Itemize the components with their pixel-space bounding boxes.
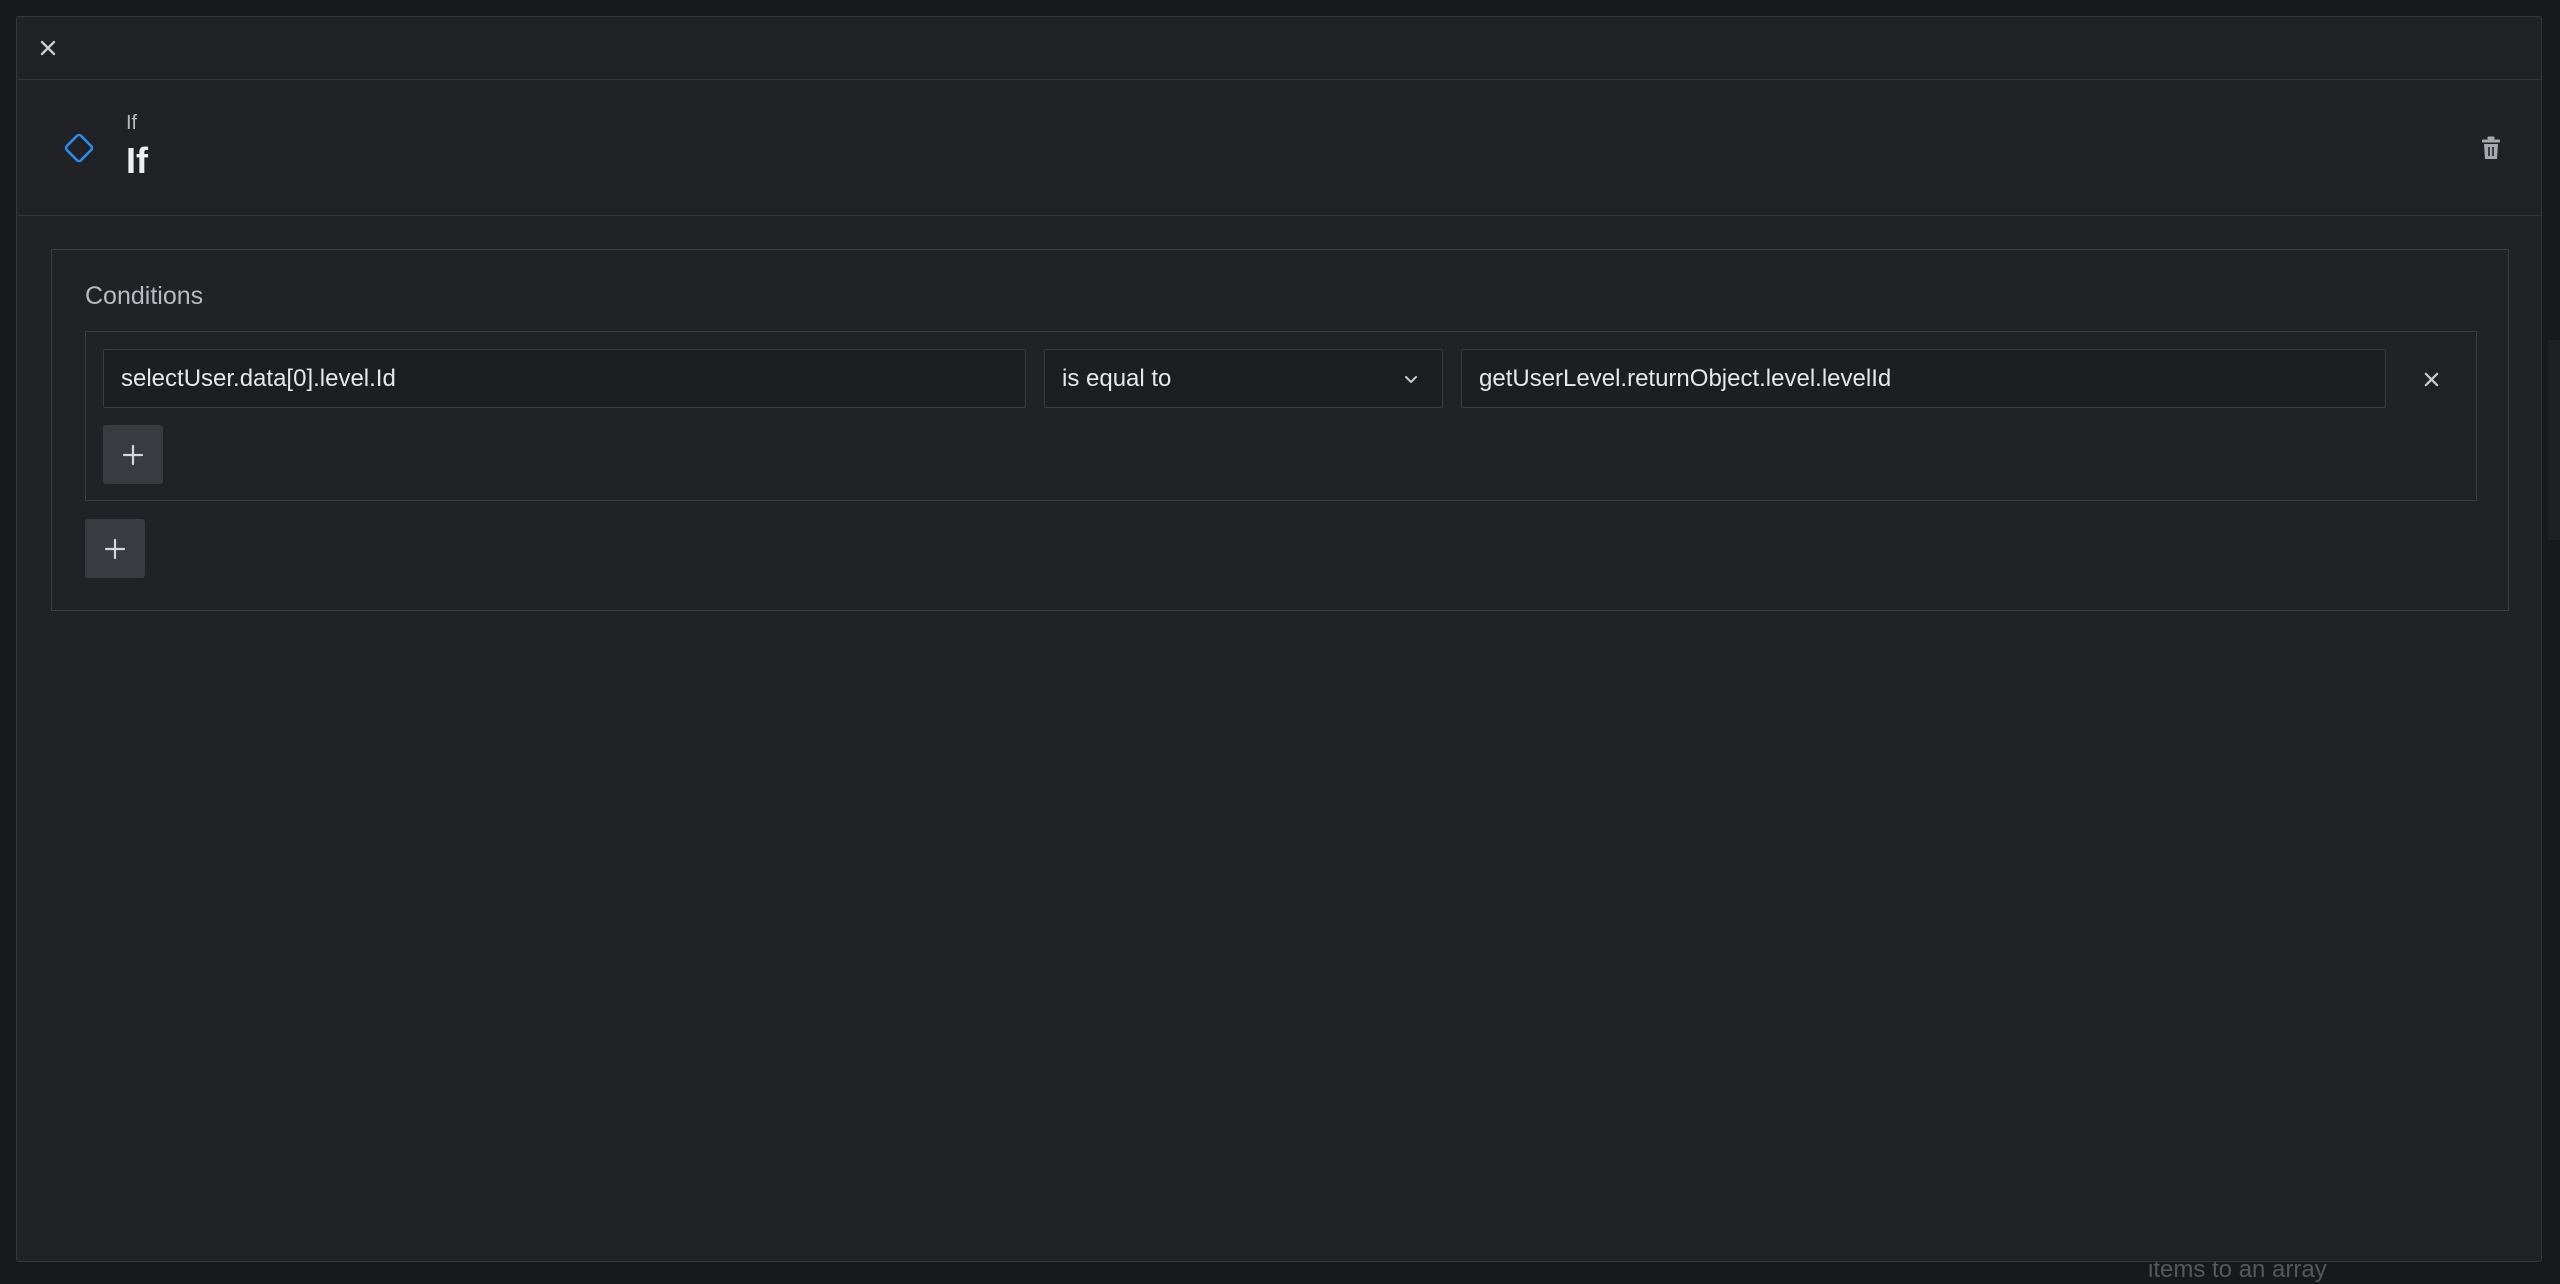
conditions-panel: Conditions selectUser.data[0].level.Id i…: [51, 249, 2509, 611]
close-icon: [2424, 372, 2438, 386]
close-button[interactable]: [35, 35, 61, 61]
chevron-down-icon: [1405, 376, 1417, 383]
plus-icon: [104, 538, 126, 559]
trash-icon: [2482, 136, 2500, 159]
condition-left-input[interactable]: selectUser.data[0].level.Id: [103, 349, 1026, 408]
close-icon: [40, 40, 56, 56]
operator-select[interactable]: is equal to: [1044, 349, 1443, 408]
operator-select-value: is equal to: [1062, 364, 1172, 392]
node-title: If: [126, 140, 148, 181]
modal-topbar: [17, 17, 2541, 80]
diamond-icon: [64, 133, 94, 163]
background-panel-edge: [2548, 340, 2560, 540]
node-settings-modal: If If Conditions selectUser.data[0].leve…: [16, 16, 2542, 1262]
plus-icon: [122, 444, 144, 465]
node-header: If If: [17, 80, 2541, 216]
condition-group: selectUser.data[0].level.Id is equal to …: [85, 331, 2477, 501]
add-condition-group-button[interactable]: [85, 519, 145, 578]
condition-right-input[interactable]: getUserLevel.returnObject.level.levelId: [1461, 349, 2386, 408]
node-type-label: If: [126, 112, 138, 134]
delete-node-button[interactable]: [2477, 132, 2505, 164]
add-condition-button[interactable]: [103, 425, 163, 484]
remove-condition-button[interactable]: [2416, 364, 2446, 394]
conditions-label: Conditions: [85, 282, 204, 310]
